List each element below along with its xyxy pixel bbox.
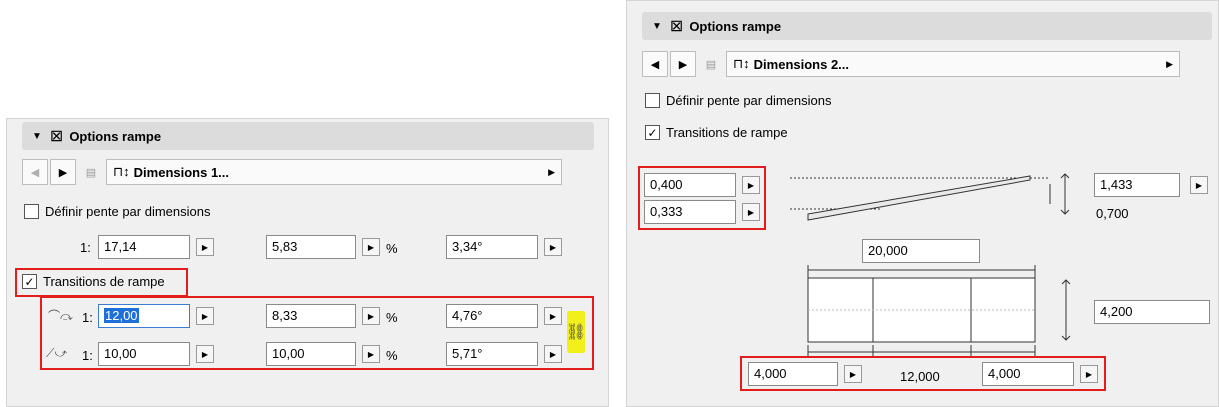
plan-depth-field[interactable]: 4,200 xyxy=(1094,300,1210,324)
transition-bottom-stepper[interactable]: ▶ xyxy=(742,203,760,221)
transition-top-field[interactable]: 0,400 xyxy=(644,173,736,197)
total-height-field[interactable]: 1,433 xyxy=(1094,173,1180,197)
ramp-elevation xyxy=(790,173,1070,221)
transition-top-stepper[interactable]: ▶ xyxy=(742,176,760,194)
transition-bottom-field[interactable]: 0,333 xyxy=(644,200,736,224)
plan-width-field[interactable]: 20,000 xyxy=(862,239,980,263)
segment-right-stepper[interactable]: ▶ xyxy=(1080,365,1098,383)
total-height-stepper[interactable]: ▶ xyxy=(1190,176,1208,194)
ramp-slab xyxy=(807,175,1031,221)
segment-left-stepper[interactable]: ▶ xyxy=(844,365,862,383)
segment-middle-value: 12,000 xyxy=(900,369,940,384)
static-height-value: 0,700 xyxy=(1096,206,1129,221)
segment-left-field[interactable]: 4,000 xyxy=(748,362,838,386)
ramp-dimension-diagram xyxy=(790,173,1071,358)
segment-right-field[interactable]: 4,000 xyxy=(982,362,1074,386)
ramp-plan xyxy=(807,265,1071,358)
